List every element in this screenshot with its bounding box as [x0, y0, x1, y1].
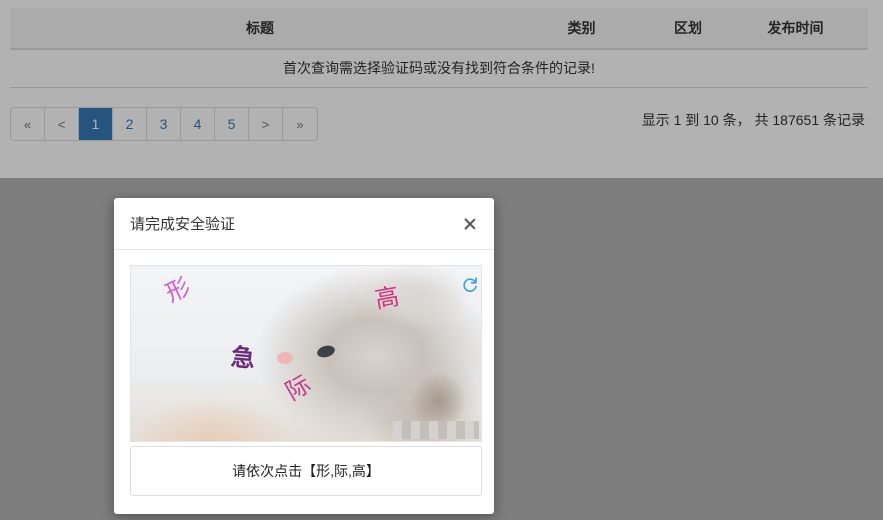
watermark-mosaic [393, 421, 479, 439]
refresh-icon[interactable] [461, 276, 479, 294]
cat-image-part [131, 396, 281, 441]
captcha-char[interactable]: 际 [281, 370, 316, 406]
captcha-char[interactable]: 急 [230, 343, 256, 373]
cat-image-part [277, 352, 293, 364]
captcha-instruction: 请依次点击【形,际,高】 [130, 446, 482, 496]
security-verification-modal: 请完成安全验证 形 高 急 际 请依次点击【形,际,高】 [114, 198, 494, 514]
modal-title: 请完成安全验证 [130, 216, 236, 233]
captcha-char[interactable]: 高 [373, 282, 401, 314]
captcha-char[interactable]: 形 [161, 272, 195, 308]
cat-image-part [315, 343, 337, 360]
modal-header: 请完成安全验证 [114, 198, 494, 250]
close-icon[interactable] [462, 216, 478, 232]
captcha-image[interactable]: 形 高 急 际 [130, 265, 482, 442]
